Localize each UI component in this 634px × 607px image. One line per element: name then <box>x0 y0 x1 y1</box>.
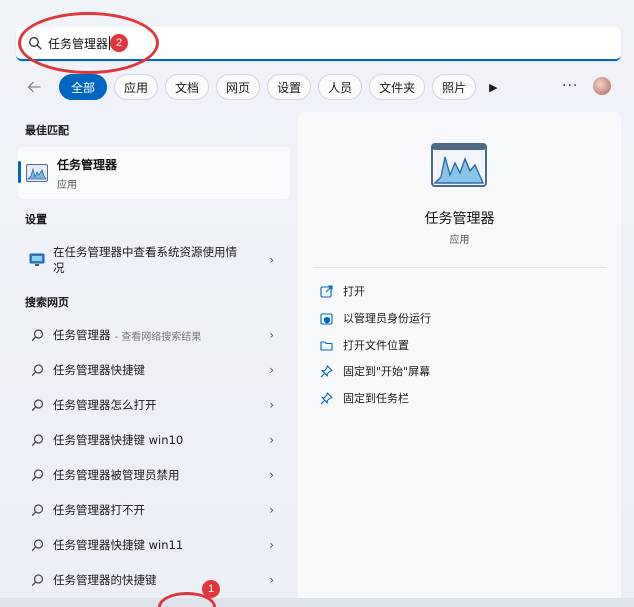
web-search-hint: - 查看网络搜索结果 <box>114 331 202 343</box>
web-search-text: 任务管理器快捷键 win11 <box>53 538 184 552</box>
web-search-text: 任务管理器的快捷键 <box>53 573 157 587</box>
search-icon <box>31 539 44 551</box>
chevron-right-icon[interactable]: › <box>269 468 274 482</box>
web-search-text: 任务管理器打不开 <box>53 503 145 517</box>
chevron-right-icon[interactable]: › <box>269 573 274 587</box>
action-run-as-admin[interactable]: 以管理员身份运行 <box>320 308 431 328</box>
task-manager-large-icon <box>431 143 487 187</box>
selection-indicator <box>18 161 21 183</box>
action-open-label: 打开 <box>343 285 365 298</box>
chevron-right-icon[interactable]: › <box>269 398 274 412</box>
web-search-text: 任务管理器 <box>53 328 111 342</box>
action-pin-to-taskbar[interactable]: 固定到任务栏 <box>320 388 409 408</box>
tab-people[interactable]: 人员 <box>318 74 363 100</box>
settings-item-label: 在任务管理器中查看系统资源使用情况 <box>53 245 237 275</box>
action-open-file-location[interactable]: 打开文件位置 <box>320 335 409 355</box>
web-search-heading: 搜索网页 <box>25 296 69 309</box>
tab-photos[interactable]: 照片 <box>432 74 477 100</box>
search-icon <box>29 37 42 50</box>
chevron-right-icon[interactable]: › <box>269 363 274 377</box>
search-icon <box>31 434 44 446</box>
search-icon <box>31 364 44 376</box>
search-box[interactable]: 任务管理器 <box>16 27 621 61</box>
folder-icon <box>320 340 333 351</box>
web-search-item[interactable]: 任务管理器被管理员禁用 › <box>18 460 290 490</box>
search-icon <box>31 469 44 481</box>
web-search-item[interactable]: 任务管理器怎么打开 › <box>18 390 290 420</box>
filter-bar: 全部 应用 文档 网页 设置 人员 文件夹 照片 ▶ <box>22 73 498 101</box>
start-search-window: 任务管理器 全部 应用 文档 网页 设置 人员 文件夹 照片 ▶ ··· 最佳匹… <box>0 0 634 607</box>
chevron-right-icon[interactable]: › <box>269 433 274 447</box>
best-match-subtitle: 应用 <box>57 179 77 191</box>
action-pin-to-taskbar-label: 固定到任务栏 <box>343 392 409 405</box>
search-query[interactable]: 任务管理器 <box>48 35 108 52</box>
open-icon <box>320 284 333 298</box>
action-open[interactable]: 打开 <box>320 281 365 301</box>
divider <box>313 267 606 268</box>
chevron-right-icon[interactable]: › <box>269 503 274 517</box>
chevron-right-icon[interactable]: › <box>269 253 274 267</box>
monitor-icon <box>29 253 45 266</box>
tab-folders[interactable]: 文件夹 <box>369 74 426 100</box>
task-manager-icon <box>26 164 48 182</box>
settings-heading: 设置 <box>25 213 47 226</box>
detail-panel: 任务管理器 应用 打开 以管理员身份运行 打开文件位置 固定到"开始"屏幕 固定… <box>298 112 621 607</box>
search-icon <box>31 399 44 411</box>
web-search-item[interactable]: 任务管理器打不开 › <box>18 495 290 525</box>
tab-settings[interactable]: 设置 <box>267 74 312 100</box>
detail-title: 任务管理器 <box>424 211 495 227</box>
action-pin-to-start-label: 固定到"开始"屏幕 <box>343 365 431 378</box>
search-icon <box>31 574 44 586</box>
web-search-item[interactable]: 任务管理器 - 查看网络搜索结果 › <box>18 320 290 350</box>
web-search-text: 任务管理器被管理员禁用 <box>53 468 180 482</box>
chevron-right-icon[interactable]: › <box>269 328 274 342</box>
web-search-item[interactable]: 任务管理器快捷键 win11 › <box>18 530 290 560</box>
annotation-badge: 2 <box>110 34 128 52</box>
action-open-file-location-label: 打开文件位置 <box>343 339 409 352</box>
settings-item-resources[interactable]: 在任务管理器中查看系统资源使用情况 › <box>18 238 290 282</box>
search-icon <box>31 504 44 516</box>
best-match-title: 任务管理器 <box>57 157 118 172</box>
admin-shield-icon <box>320 312 333 325</box>
avatar[interactable] <box>593 77 611 95</box>
web-search-text: 任务管理器怎么打开 <box>53 398 157 412</box>
taskbar-edge <box>0 598 634 607</box>
web-search-text: 任务管理器快捷键 <box>53 363 145 377</box>
tab-all[interactable]: 全部 <box>59 74 108 100</box>
best-match-heading: 最佳匹配 <box>25 124 69 137</box>
tab-web[interactable]: 网页 <box>216 74 261 100</box>
action-run-as-admin-label: 以管理员身份运行 <box>343 312 431 325</box>
chevron-right-icon[interactable]: › <box>269 538 274 552</box>
web-search-item[interactable]: 任务管理器的快捷键 › <box>18 565 290 595</box>
pin-icon <box>320 364 333 377</box>
pin-icon <box>320 391 333 404</box>
more-options-button[interactable]: ··· <box>562 78 578 94</box>
web-search-item[interactable]: 任务管理器快捷键 › <box>18 355 290 385</box>
action-pin-to-start[interactable]: 固定到"开始"屏幕 <box>320 361 430 381</box>
annotation-badge: 1 <box>202 580 220 598</box>
back-arrow-icon[interactable] <box>22 75 46 99</box>
search-icon <box>31 329 44 341</box>
tab-apps[interactable]: 应用 <box>114 74 159 100</box>
best-match-item[interactable]: 任务管理器 应用 <box>18 147 290 199</box>
web-search-item[interactable]: 任务管理器快捷键 win10 › <box>18 425 290 455</box>
play-icon[interactable]: ▶ <box>489 81 497 94</box>
web-search-text: 任务管理器快捷键 win10 <box>53 433 184 447</box>
best-match-text: 任务管理器 应用 <box>57 156 117 191</box>
tab-documents[interactable]: 文档 <box>165 74 210 100</box>
detail-subtitle: 应用 <box>449 235 470 246</box>
